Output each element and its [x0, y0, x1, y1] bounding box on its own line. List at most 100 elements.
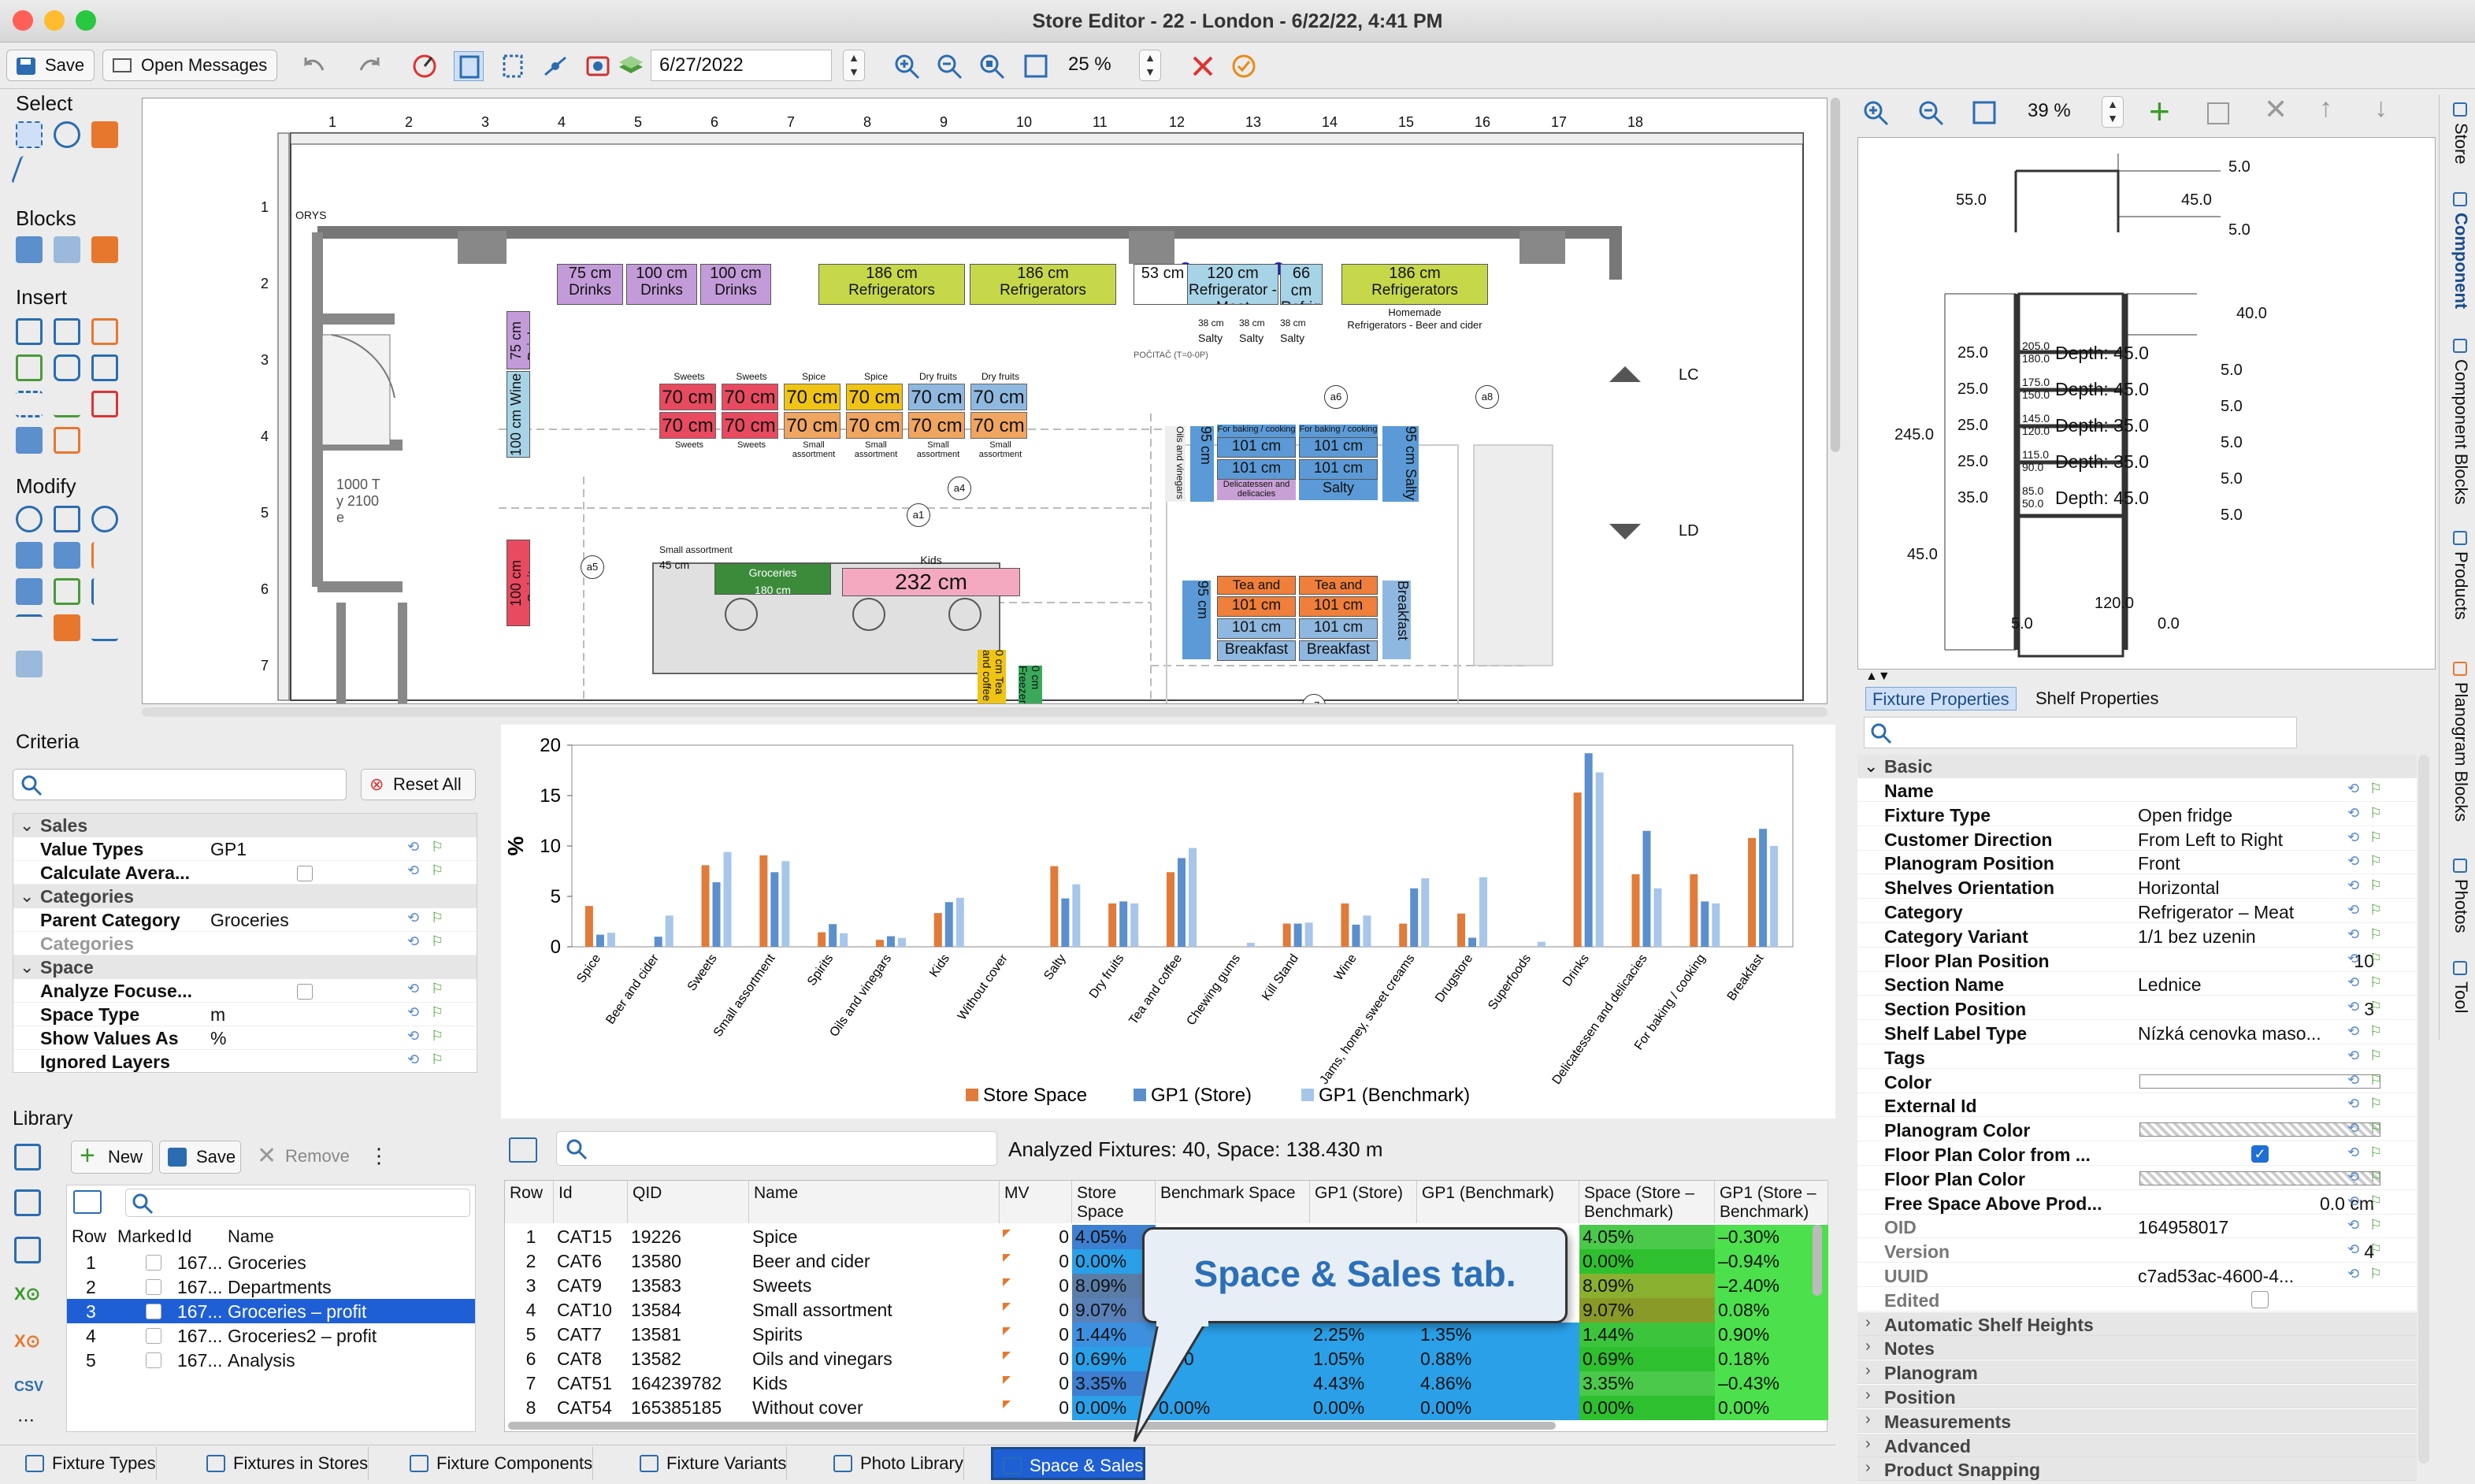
property-row[interactable]: Shelves Orientation Horizontal ⟲ ⚐	[1857, 875, 2417, 900]
pin-icon[interactable]: ⚐	[2369, 1193, 2382, 1210]
side-tab-component[interactable]: Component	[2451, 192, 2471, 309]
color-swatch[interactable]	[2139, 1122, 2380, 1137]
fixture-top[interactable]: 120 cmRefrigerator - Meat	[1187, 264, 1278, 305]
insert-fixture-icon[interactable]	[16, 318, 43, 345]
zoom-in-icon[interactable]	[892, 51, 922, 81]
select-layers-icon[interactable]	[91, 121, 118, 148]
island-fixture[interactable]: 70 cm	[846, 412, 903, 439]
criteria-row[interactable]: Ignored Layers ⟲ ⚐	[13, 1050, 477, 1074]
table-cell[interactable]: 3.35%	[1579, 1371, 1715, 1396]
basic-group-header[interactable]: ⌄ Basic	[1857, 755, 2417, 778]
deli-fixture[interactable]: 101 cm	[1217, 459, 1296, 480]
nine-fixture[interactable]: 95 cm	[1182, 581, 1211, 659]
table-cell[interactable]: 0.18%	[1715, 1347, 1828, 1371]
table-cell[interactable]: 2.25%	[1310, 1323, 1417, 1347]
criteria-row[interactable]: Value Types GP1 ⟲ ⚐	[13, 837, 477, 861]
reset-value-icon[interactable]: ⟲	[407, 910, 419, 926]
fit-icon[interactable]	[1969, 98, 1999, 128]
table-cell[interactable]: 19226	[628, 1225, 749, 1249]
island-fixture[interactable]: 70 cm	[970, 412, 1027, 439]
reset-value-icon[interactable]: ⟲	[407, 839, 419, 855]
more-menu-icon[interactable]: ⋮	[369, 1144, 389, 1168]
reset-value-icon[interactable]: ⟲	[2347, 877, 2359, 894]
table-cell[interactable]: 0.00%	[1310, 1396, 1417, 1420]
island-fixture[interactable]: 70 cm	[659, 412, 716, 439]
fixture-top[interactable]: 186 cm Refrigerators	[1341, 264, 1488, 305]
bottom-fixture[interactable]: 0 cm Tea and coffee	[978, 650, 1006, 703]
deli-fixture[interactable]: 101 cm	[1217, 437, 1296, 458]
insert-wall-icon[interactable]	[54, 318, 80, 345]
layers-icon[interactable]	[616, 51, 646, 81]
table-cell[interactable]: 0.00%	[1715, 1396, 1828, 1420]
table-cell[interactable]: 0.00%	[1579, 1396, 1715, 1420]
table-cell[interactable]: 1.44%	[1579, 1323, 1715, 1347]
column-header[interactable]: Name	[749, 1181, 1000, 1223]
reset-value-icon[interactable]: ⟲	[407, 933, 419, 950]
property-group[interactable]: › Planogram	[1857, 1360, 2417, 1385]
column-header[interactable]: MV	[1000, 1181, 1072, 1223]
canvas-v-scrollbar[interactable]	[1831, 98, 1840, 452]
property-row[interactable]: Section Position 3 ⟲ ⚐	[1857, 996, 2417, 1021]
reset-value-icon[interactable]: ⟲	[2347, 974, 2359, 991]
pin-icon[interactable]: ⚐	[431, 981, 443, 997]
date-field[interactable]: 6/27/2022	[651, 50, 832, 81]
component-zoom-field[interactable]: 39 %	[2020, 96, 2083, 128]
marked-checkbox[interactable]	[146, 1328, 161, 1344]
insert-pdf-icon[interactable]	[91, 391, 118, 417]
table-cell[interactable]: 0.88%	[1417, 1347, 1579, 1371]
table-row[interactable]: 5 167... Analysis	[67, 1348, 475, 1372]
deli-fixture[interactable]: 101 cm	[1299, 459, 1378, 480]
question-doc-icon[interactable]	[14, 1237, 41, 1263]
component-zoom-stepper[interactable]: ▲ ▼	[2102, 96, 2124, 128]
select-rect-icon[interactable]	[16, 121, 43, 148]
groceries-fixture[interactable]: Groceries 180 cm	[714, 563, 831, 595]
property-row[interactable]: Category Variant 1/1 bez uzenin ⟲ ⚐	[1857, 924, 2417, 948]
property-row[interactable]: Planogram Position Front ⟲ ⚐	[1857, 851, 2417, 875]
island-fixture[interactable]: 70 cm	[659, 384, 716, 410]
column-header[interactable]: Row	[505, 1181, 554, 1223]
insert-dimension-icon[interactable]	[16, 391, 43, 417]
table-cell[interactable]: 13583	[628, 1274, 749, 1298]
duplicate-icon[interactable]	[2207, 102, 2229, 124]
grid-icon[interactable]	[54, 542, 80, 569]
table-cell[interactable]: 1.05%	[1310, 1347, 1417, 1371]
tab-photo-library[interactable]: Photo Library	[824, 1447, 964, 1480]
pin-icon[interactable]: ⚐	[2369, 1120, 2382, 1137]
move-up-icon[interactable]: ↑	[2319, 93, 2332, 124]
criteria-row[interactable]: Show Values As% ⟲ ⚐	[13, 1026, 477, 1050]
table-cell[interactable]: Spice	[749, 1225, 1000, 1249]
island-fixture[interactable]: 70 cm	[908, 412, 965, 439]
tab-fixture-types[interactable]: Fixture Types	[16, 1447, 157, 1480]
pin-icon[interactable]: ⚐	[2369, 877, 2382, 894]
delete-icon[interactable]: ✕	[2264, 93, 2288, 126]
table-cell[interactable]: CAT51	[554, 1371, 628, 1396]
table-cell[interactable]: CAT8	[554, 1347, 628, 1371]
table-settings-icon[interactable]	[509, 1137, 537, 1163]
reset-value-icon[interactable]: ⟲	[407, 1052, 419, 1068]
property-row[interactable]: Floor Plan Color ⟲ ⚐	[1857, 1167, 2417, 1190]
table-cell[interactable]: Without cover	[749, 1396, 1000, 1420]
zoom-window-button[interactable]	[76, 10, 96, 31]
move-down-icon[interactable]: ↓	[2374, 93, 2388, 124]
color-swatch[interactable]	[2139, 1074, 2380, 1089]
table-cell[interactable]: 4.05%	[1579, 1225, 1715, 1249]
pin-icon[interactable]: ⚐	[2369, 853, 2382, 870]
save-button[interactable]: Save	[6, 50, 95, 81]
marked-checkbox[interactable]	[146, 1352, 161, 1368]
column-header[interactable]: QID	[628, 1181, 749, 1223]
column-header[interactable]: GP1 (Store – Benchmark)	[1715, 1181, 1828, 1223]
criteria-row[interactable]: Analyze Focuse... ⟲ ⚐	[13, 979, 477, 1003]
zoom-field[interactable]: 25 %	[1060, 50, 1123, 81]
island-fixture[interactable]: 70 cm	[908, 384, 965, 410]
no-snap-icon[interactable]	[410, 51, 440, 81]
salty-fixture[interactable]: 95 cm Salty	[1382, 426, 1419, 502]
redo-icon[interactable]	[354, 51, 384, 81]
table-v-scrollbar[interactable]	[1813, 1225, 1822, 1296]
reset-value-icon[interactable]: ⟲	[2347, 1169, 2359, 1185]
nine-fixture[interactable]: 95 cm	[1190, 426, 1214, 502]
table-cell[interactable]: 3	[505, 1274, 554, 1298]
property-group[interactable]: › Advanced	[1857, 1433, 2417, 1457]
pin-icon[interactable]: ⚐	[2369, 1023, 2382, 1040]
kids-fixture[interactable]: 232 cm	[842, 568, 1020, 596]
blocks-stack-icon[interactable]	[54, 236, 80, 263]
